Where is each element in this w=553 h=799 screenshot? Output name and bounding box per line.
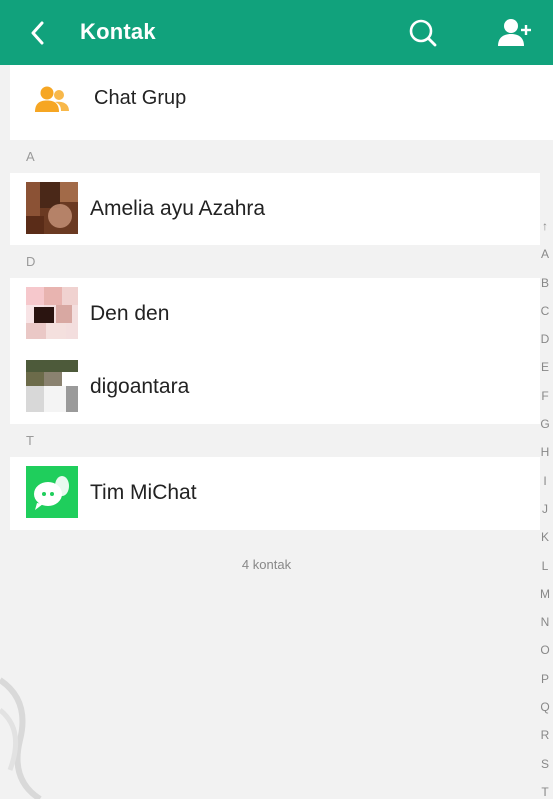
index-letter[interactable]: C bbox=[537, 297, 553, 325]
index-letter[interactable]: ↑ bbox=[537, 212, 553, 240]
app-header: Kontak bbox=[0, 0, 553, 65]
page-title: Kontak bbox=[80, 19, 156, 44]
index-letter[interactable]: A bbox=[537, 240, 553, 268]
back-chevron-icon bbox=[31, 21, 44, 45]
contact-name: digoantara bbox=[90, 375, 190, 398]
index-letter[interactable]: E bbox=[537, 353, 553, 381]
contact-row[interactable]: Amelia ayu Azahra bbox=[10, 173, 540, 246]
section-header-a: A bbox=[10, 140, 553, 173]
contact-row[interactable]: Den den bbox=[10, 278, 540, 351]
index-letter[interactable]: F bbox=[537, 382, 553, 410]
index-letter[interactable]: Q bbox=[537, 693, 553, 721]
contact-name: Amelia ayu Azahra bbox=[90, 197, 266, 220]
index-letter[interactable]: T bbox=[537, 778, 553, 799]
michat-logo-icon bbox=[26, 466, 78, 518]
index-letter[interactable]: G bbox=[537, 410, 553, 438]
avatar bbox=[26, 360, 78, 412]
back-button[interactable] bbox=[24, 20, 50, 46]
section-header-t: T bbox=[10, 424, 553, 457]
alphabet-index-bar[interactable]: ↑ A B C D E F G H I J K L M N O P Q R S T bbox=[537, 212, 553, 799]
index-letter[interactable]: H bbox=[537, 438, 553, 466]
index-letter[interactable]: R bbox=[537, 721, 553, 749]
search-button[interactable] bbox=[408, 18, 438, 48]
index-letter[interactable]: L bbox=[537, 552, 553, 580]
avatar bbox=[26, 182, 78, 234]
index-letter[interactable]: P bbox=[537, 665, 553, 693]
index-letter[interactable]: K bbox=[537, 523, 553, 551]
group-chat-row[interactable]: Chat Grup bbox=[10, 65, 553, 140]
index-letter[interactable]: J bbox=[537, 495, 553, 523]
index-letter[interactable]: D bbox=[537, 325, 553, 353]
search-icon bbox=[409, 19, 437, 47]
contact-name: Tim MiChat bbox=[90, 481, 197, 504]
contact-row[interactable]: digoantara bbox=[10, 351, 540, 424]
avatar bbox=[26, 287, 78, 339]
group-icon bbox=[35, 86, 69, 112]
index-letter[interactable]: N bbox=[537, 608, 553, 636]
index-letter[interactable]: B bbox=[537, 269, 553, 297]
contact-row[interactable]: Tim MiChat bbox=[10, 457, 540, 530]
avatar bbox=[26, 466, 78, 518]
watermark-decoration bbox=[0, 677, 42, 799]
index-letter[interactable]: S bbox=[537, 750, 553, 778]
group-chat-label: Chat Grup bbox=[94, 87, 187, 109]
index-letter[interactable]: I bbox=[537, 467, 553, 495]
add-contact-icon bbox=[498, 19, 531, 46]
add-contact-button[interactable] bbox=[497, 17, 533, 49]
section-header-d: D bbox=[10, 245, 553, 278]
index-letter[interactable]: O bbox=[537, 636, 553, 664]
index-letter[interactable]: M bbox=[537, 580, 553, 608]
contact-count: 4 kontak bbox=[241, 557, 292, 572]
contact-name: Den den bbox=[90, 302, 170, 325]
